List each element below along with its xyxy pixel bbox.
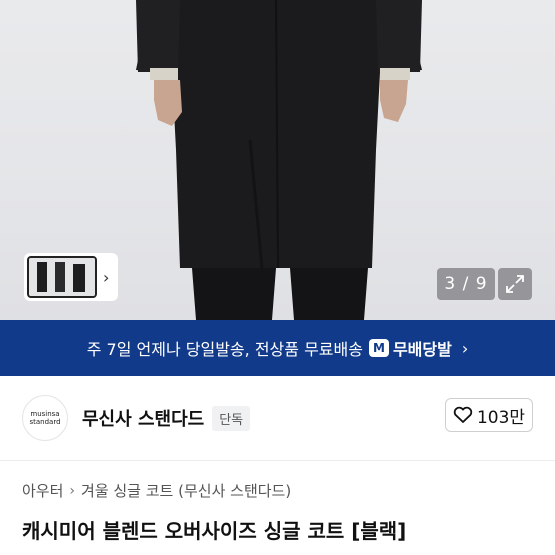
- chevron-right-icon[interactable]: ›: [97, 256, 115, 298]
- badge-label: 무배당발: [392, 340, 452, 359]
- breadcrumb-item-subcategory[interactable]: 겨울 싱글 코트 (무신사 스탠다드): [81, 480, 291, 501]
- brand-logo[interactable]: musinsa standard: [22, 395, 68, 441]
- breadcrumb-item-category[interactable]: 아우터: [22, 480, 63, 501]
- product-title: 캐시미어 블렌드 오버사이즈 싱글 코트 [블랙]: [22, 519, 407, 543]
- divider: [0, 460, 555, 461]
- logo-text-line1: musinsa: [30, 410, 60, 418]
- logo-text-line2: standard: [29, 418, 61, 426]
- musinsa-m-icon: M: [368, 339, 389, 357]
- like-count: 103만: [476, 407, 526, 428]
- thumbnail-current[interactable]: [27, 256, 98, 298]
- product-page: › 3 / 9 주 7일 언제나 당일발송, 전상품 무료배송 M 무배당발 ›…: [0, 0, 555, 555]
- breadcrumb: 아우터 › 겨울 싱글 코트 (무신사 스탠다드): [22, 480, 291, 501]
- free-shipping-badge: M 무배당발: [368, 336, 452, 360]
- shipping-banner[interactable]: 주 7일 언제나 당일발송, 전상품 무료배송 M 무배당발 ›: [0, 320, 555, 376]
- expand-arrows-icon: [506, 275, 524, 293]
- exclusive-badge: 단독: [212, 405, 251, 431]
- brand-name[interactable]: 무신사 스탠다드: [82, 405, 204, 431]
- brand-row: musinsa standard 무신사 스탠다드 단독 103만: [0, 376, 555, 460]
- thumbnail-image: [29, 258, 96, 296]
- thumbnail-strip[interactable]: ›: [24, 253, 118, 301]
- banner-text: 주 7일 언제나 당일발송, 전상품 무료배송: [86, 340, 363, 359]
- image-counter: 3 / 9: [437, 268, 495, 300]
- chevron-right-icon: ›: [69, 482, 76, 499]
- product-image-gallery[interactable]: › 3 / 9: [0, 0, 555, 320]
- chevron-right-icon: ›: [461, 338, 469, 358]
- heart-icon: [453, 406, 473, 423]
- expand-icon[interactable]: [498, 268, 532, 300]
- like-button[interactable]: 103만: [445, 398, 533, 432]
